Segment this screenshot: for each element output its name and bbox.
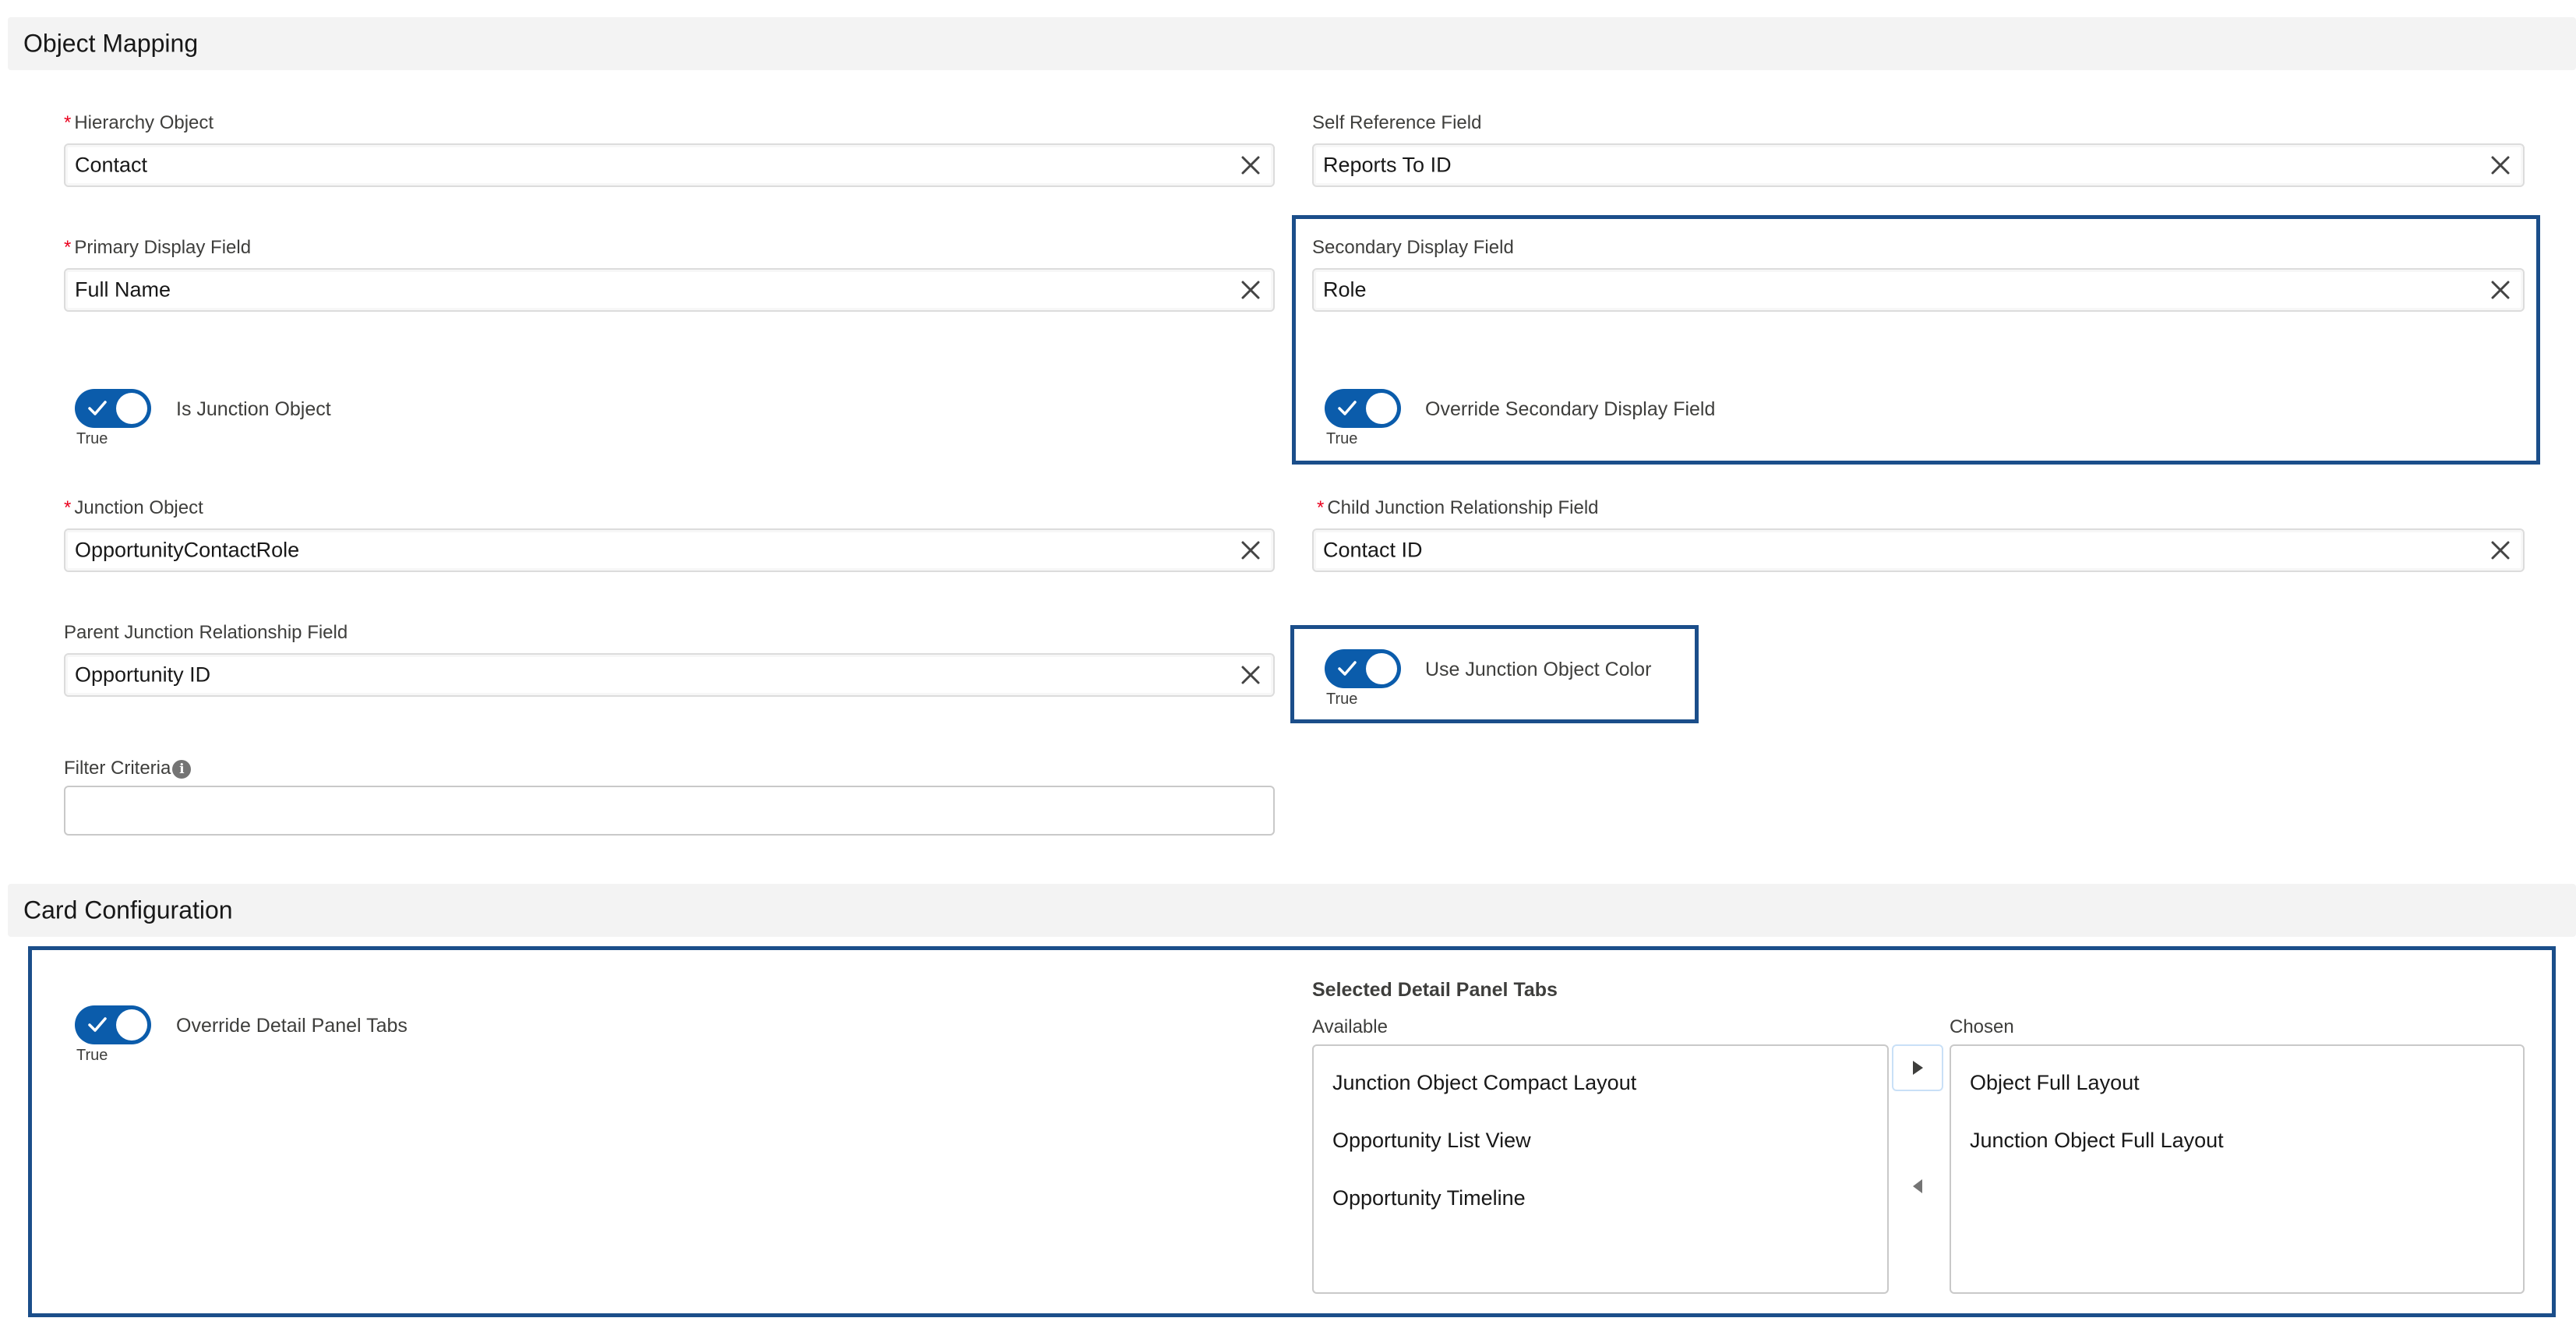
close-icon[interactable] bbox=[2490, 155, 2511, 175]
junction-object-input[interactable]: OpportunityContactRole bbox=[64, 528, 1275, 572]
self-reference-field-label: Self Reference Field bbox=[1312, 112, 1482, 133]
section-title: Object Mapping bbox=[23, 29, 199, 58]
close-icon[interactable] bbox=[2490, 280, 2511, 300]
toggle-state-label: True bbox=[76, 1047, 108, 1064]
section-header-card-configuration: Card Configuration bbox=[8, 884, 2576, 937]
close-icon[interactable] bbox=[2490, 540, 2511, 560]
junction-object-value: OpportunityContactRole bbox=[75, 538, 300, 562]
toggle-state-label: True bbox=[1326, 430, 1358, 447]
check-icon bbox=[1338, 401, 1357, 415]
check-icon bbox=[88, 1017, 107, 1032]
toggle-knob bbox=[116, 1009, 147, 1041]
primary-display-field-input[interactable]: Full Name bbox=[64, 268, 1275, 312]
secondary-display-field-label: Secondary Display Field bbox=[1312, 237, 1514, 258]
secondary-display-field-value: Role bbox=[1323, 277, 1367, 302]
toggle-state-label: True bbox=[1326, 691, 1358, 708]
use-junction-object-color-toggle[interactable] bbox=[1325, 649, 1401, 688]
move-right-button[interactable] bbox=[1892, 1044, 1943, 1091]
caret-right-icon bbox=[1913, 1061, 1923, 1075]
override-detail-panel-tabs-toggle[interactable] bbox=[75, 1005, 151, 1044]
available-listbox[interactable]: Junction Object Compact Layout Opportuni… bbox=[1312, 1044, 1889, 1294]
is-junction-object-label: Is Junction Object bbox=[176, 398, 331, 420]
junction-object-label: * Junction Object bbox=[64, 497, 203, 518]
child-junction-relationship-field-label: * Child Junction Relationship Field bbox=[1317, 497, 1599, 518]
list-item[interactable]: Opportunity List View bbox=[1332, 1129, 1531, 1153]
close-icon[interactable] bbox=[1240, 540, 1261, 560]
info-icon[interactable]: i bbox=[172, 759, 192, 779]
close-icon[interactable] bbox=[1240, 665, 1261, 685]
section-header-object-mapping: Object Mapping bbox=[8, 17, 2576, 70]
close-icon[interactable] bbox=[1240, 280, 1261, 300]
override-secondary-display-toggle[interactable] bbox=[1325, 389, 1401, 428]
override-secondary-display-label: Override Secondary Display Field bbox=[1425, 398, 1716, 420]
parent-junction-relationship-field-label: Parent Junction Relationship Field bbox=[64, 622, 348, 643]
check-icon bbox=[1338, 661, 1357, 676]
chosen-listbox[interactable]: Object Full Layout Junction Object Full … bbox=[1950, 1044, 2525, 1294]
parent-junction-relationship-field-value: Opportunity ID bbox=[75, 662, 211, 687]
toggle-knob bbox=[1366, 653, 1397, 684]
hierarchy-object-value: Contact bbox=[75, 153, 148, 177]
list-item[interactable]: Object Full Layout bbox=[1970, 1071, 2140, 1095]
list-item[interactable]: Junction Object Full Layout bbox=[1970, 1129, 2224, 1153]
filter-criteria-input[interactable] bbox=[64, 786, 1275, 836]
list-item[interactable]: Opportunity Timeline bbox=[1332, 1186, 1526, 1210]
check-icon bbox=[88, 401, 107, 415]
toggle-knob bbox=[116, 393, 147, 424]
section-title: Card Configuration bbox=[23, 896, 233, 924]
move-left-button[interactable] bbox=[1902, 1171, 1933, 1202]
use-junction-object-color-label: Use Junction Object Color bbox=[1425, 659, 1652, 680]
parent-junction-relationship-field-input[interactable]: Opportunity ID bbox=[64, 653, 1275, 697]
secondary-display-field-input[interactable]: Role bbox=[1312, 268, 2525, 312]
hierarchy-object-input[interactable]: Contact bbox=[64, 143, 1275, 187]
self-reference-field-input[interactable]: Reports To ID bbox=[1312, 143, 2525, 187]
toggle-state-label: True bbox=[76, 430, 108, 447]
close-icon[interactable] bbox=[1240, 155, 1261, 175]
self-reference-field-value: Reports To ID bbox=[1323, 153, 1452, 177]
toggle-knob bbox=[1366, 393, 1397, 424]
chosen-label: Chosen bbox=[1950, 1016, 2014, 1037]
list-item[interactable]: Junction Object Compact Layout bbox=[1332, 1071, 1636, 1095]
primary-display-field-label: * Primary Display Field bbox=[64, 237, 252, 258]
primary-display-field-value: Full Name bbox=[75, 277, 171, 302]
child-junction-relationship-field-input[interactable]: Contact ID bbox=[1312, 528, 2525, 572]
filter-criteria-label: Filter Criteria i bbox=[64, 758, 192, 779]
dual-listbox-title: Selected Detail Panel Tabs bbox=[1312, 979, 1558, 1001]
is-junction-object-toggle[interactable] bbox=[75, 389, 151, 428]
override-detail-panel-tabs-label: Override Detail Panel Tabs bbox=[176, 1015, 408, 1037]
caret-left-icon bbox=[1913, 1179, 1922, 1193]
child-junction-relationship-field-value: Contact ID bbox=[1323, 538, 1423, 562]
available-label: Available bbox=[1312, 1016, 1388, 1037]
hierarchy-object-label: * Hierarchy Object bbox=[64, 112, 214, 133]
